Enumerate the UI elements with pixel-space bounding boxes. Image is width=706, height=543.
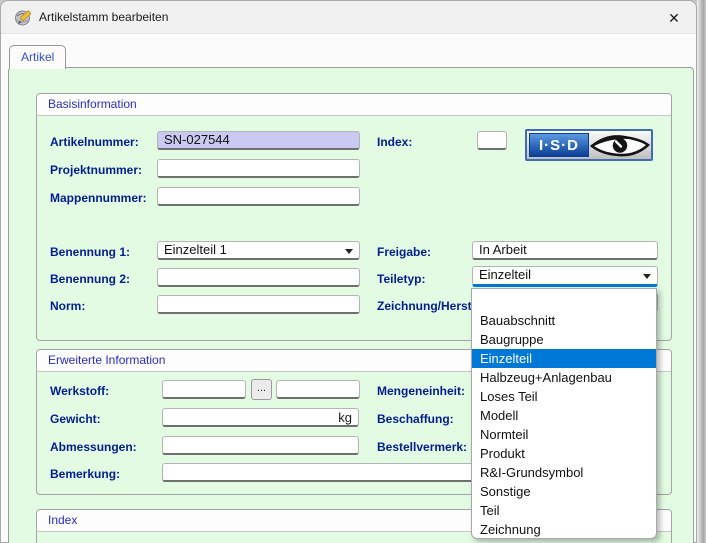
close-icon[interactable]: ✕ xyxy=(664,8,684,28)
werkstoff-field-1[interactable] xyxy=(162,380,246,399)
benennung1-label: Benennung 1: xyxy=(50,243,130,262)
teiletyp-dropdown[interactable]: BauabschnittBaugruppeEinzelteilHalbzeug+… xyxy=(471,288,657,539)
benennung1-value: Einzelteil 1 xyxy=(164,242,227,257)
benennung1-combobox[interactable]: Einzelteil 1 xyxy=(157,241,360,260)
dropdown-option[interactable]: Baugruppe xyxy=(472,330,656,349)
dropdown-option[interactable]: R&I-Grundsymbol xyxy=(472,463,656,482)
window-title: Artikelstamm bearbeiten xyxy=(39,10,168,24)
werkstoff-field-2[interactable] xyxy=(276,380,360,399)
index-label: Index: xyxy=(377,133,412,152)
mengeneinheit-label: Mengeneinheit: xyxy=(377,382,465,401)
gewicht-field[interactable]: kg xyxy=(162,408,359,427)
dropdown-option[interactable]: Teil xyxy=(472,501,656,520)
dropdown-option[interactable]: Einzelteil xyxy=(472,349,656,368)
background-edge-strip xyxy=(697,0,706,543)
artikelnummer-field[interactable]: SN-027544 xyxy=(157,131,360,150)
abmessungen-label: Abmessungen: xyxy=(50,438,137,457)
isd-logo-text: I·S·D xyxy=(529,133,589,157)
dropdown-option[interactable]: Halbzeug+Anlagenbau xyxy=(472,368,656,387)
screen: Artikelstamm bearbeiten ✕ Artikel Basisi… xyxy=(0,0,706,543)
bemerkung-label: Bemerkung: xyxy=(50,465,120,484)
mappennummer-label: Mappennummer: xyxy=(50,189,147,208)
dropdown-option[interactable]: Loses Teil xyxy=(472,387,656,406)
dropdown-option[interactable]: Zeichnung xyxy=(472,520,656,539)
isd-eye-icon xyxy=(589,131,651,159)
titlebar: Artikelstamm bearbeiten ✕ xyxy=(1,1,696,34)
gewicht-unit: kg xyxy=(338,410,352,426)
freigabe-label: Freigabe: xyxy=(377,243,431,262)
teiletyp-combobox[interactable]: Einzelteil xyxy=(472,266,658,287)
beschaffung-label: Beschaffung: xyxy=(377,410,454,429)
dropdown-option[interactable]: Modell xyxy=(472,406,656,425)
benennung2-field[interactable] xyxy=(157,268,360,287)
dropdown-option[interactable]: Sonstige xyxy=(472,482,656,501)
dropdown-option[interactable] xyxy=(472,290,656,311)
werkstoff-label: Werkstoff: xyxy=(50,382,109,401)
edit-gear-icon xyxy=(14,8,33,27)
werkstoff-browse-button[interactable]: ... xyxy=(251,379,272,400)
norm-label: Norm: xyxy=(50,297,85,316)
dialog-window: Artikelstamm bearbeiten ✕ Artikel Basisi… xyxy=(0,0,697,543)
bestellvermerk-label: Bestellvermerk: xyxy=(377,438,467,457)
mappennummer-field[interactable] xyxy=(157,187,360,206)
chevron-down-icon[interactable] xyxy=(345,249,353,254)
tab-artikel[interactable]: Artikel xyxy=(9,45,66,69)
zeichnung-herst-label: Zeichnung/Herst.: xyxy=(377,297,479,316)
dropdown-option[interactable]: Bauabschnitt xyxy=(472,311,656,330)
group-title: Basisinformation xyxy=(37,94,671,116)
teiletyp-label: Teiletyp: xyxy=(377,270,425,289)
chevron-down-icon[interactable] xyxy=(643,274,651,279)
freigabe-field[interactable]: In Arbeit xyxy=(472,241,658,260)
dropdown-option[interactable]: Produkt xyxy=(472,444,656,463)
projektnummer-field[interactable] xyxy=(157,159,360,178)
norm-field[interactable] xyxy=(157,295,360,314)
benennung2-label: Benennung 2: xyxy=(50,270,130,289)
isd-logo: I·S·D xyxy=(525,129,653,161)
dropdown-option[interactable]: Normteil xyxy=(472,425,656,444)
teiletyp-value: Einzelteil xyxy=(479,267,531,282)
index-field[interactable] xyxy=(477,131,507,150)
artikelnummer-label: Artikelnummer: xyxy=(50,133,139,152)
abmessungen-field[interactable] xyxy=(162,436,359,455)
gewicht-label: Gewicht: xyxy=(50,410,101,429)
projektnummer-label: Projektnummer: xyxy=(50,161,142,180)
